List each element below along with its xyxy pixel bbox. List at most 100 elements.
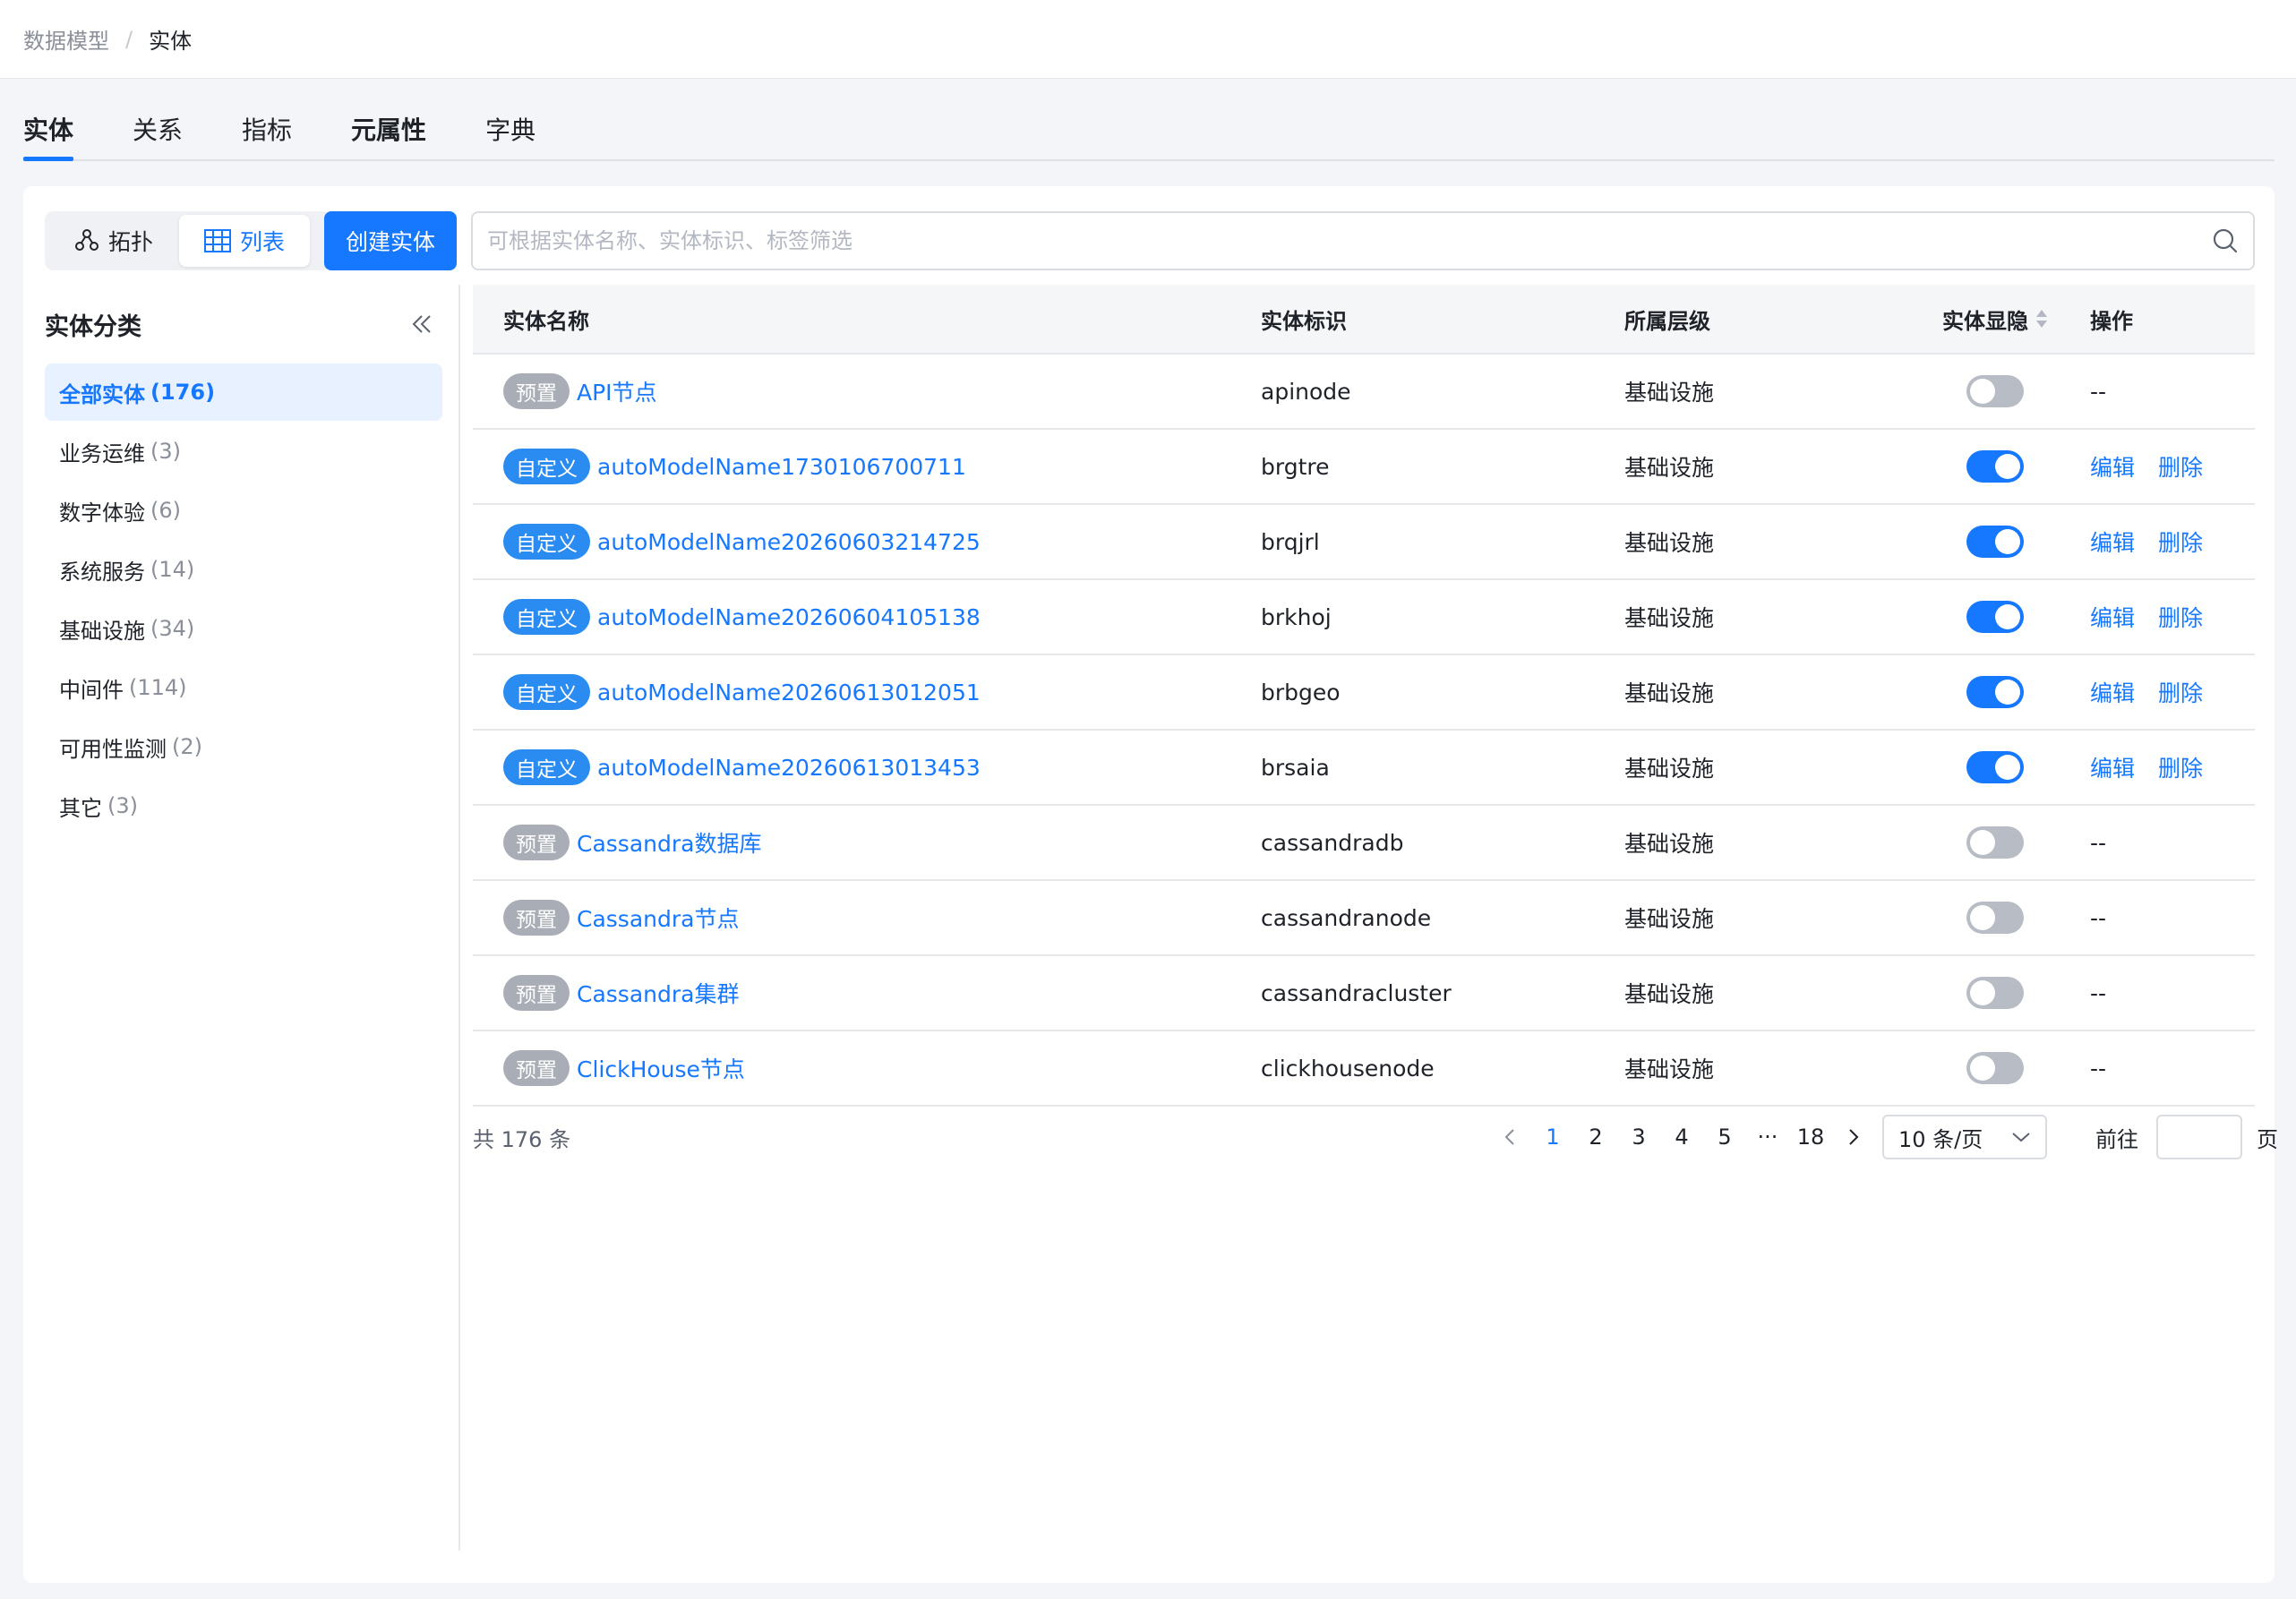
entity-name-link[interactable]: Cassandra集群 — [577, 977, 739, 1009]
sidebar-item-count: (14) — [150, 557, 195, 582]
topology-view-button[interactable]: 拓扑 — [48, 215, 179, 267]
sidebar-item-system-service[interactable]: 系统服务 (14) — [45, 541, 442, 598]
table-row: 预置 Cassandra节点 cassandranode 基础设施 -- — [473, 881, 2255, 956]
sidebar-item-count: (3) — [107, 793, 138, 818]
sidebar-item-middleware[interactable]: 中间件 (114) — [45, 659, 442, 716]
entity-id: apinode — [1261, 378, 1351, 405]
prev-page-icon[interactable] — [1488, 1127, 1531, 1147]
create-entity-button[interactable]: 创建实体 — [324, 211, 457, 270]
tab-entity[interactable]: 实体 — [23, 107, 74, 161]
delete-button[interactable]: 删除 — [2158, 526, 2203, 558]
header-visibility[interactable]: 实体显隐 — [1904, 304, 2086, 335]
entity-table: 实体名称 实体标识 所属层级 实体显隐 操作 预置 API节点 apinode … — [473, 285, 2255, 1107]
collapse-icon[interactable] — [410, 313, 433, 335]
sidebar-item-business-ops[interactable]: 业务运维 (3) — [45, 423, 442, 480]
entity-name-link[interactable]: Cassandra数据库 — [577, 826, 761, 859]
sidebar-item-label: 可用性监测 — [59, 736, 167, 762]
edit-button[interactable]: 编辑 — [2090, 676, 2135, 708]
page-size-select[interactable]: 10 条/页 — [1882, 1115, 2047, 1159]
search-icon[interactable] — [2212, 227, 2239, 254]
header-operation: 操作 — [2090, 308, 2133, 334]
sidebar-item-label: 数字体验 — [59, 500, 145, 526]
sidebar-item-all[interactable]: 全部实体 (176) — [45, 363, 442, 421]
page-3[interactable]: 3 — [1617, 1124, 1660, 1150]
operation-cell: 编辑 删除 — [2086, 676, 2255, 708]
page-4[interactable]: 4 — [1660, 1124, 1703, 1150]
goto-page-input[interactable] — [2156, 1115, 2242, 1159]
page-last[interactable]: 18 — [1789, 1124, 1832, 1150]
visibility-toggle[interactable] — [1966, 751, 2024, 783]
page-1[interactable]: 1 — [1531, 1124, 1574, 1150]
entity-name-link[interactable]: autoModelName20260613013453 — [597, 755, 981, 781]
pagination: 共 176 条 1 2 3 4 5 ··· 18 10 条/页 前往 页 — [473, 1110, 2278, 1164]
page-list: 1 2 3 4 5 ··· 18 — [1488, 1124, 1875, 1150]
tab-dictionary[interactable]: 字典 — [485, 107, 535, 159]
page-ellipsis[interactable]: ··· — [1746, 1124, 1789, 1150]
table-row: 自定义 autoModelName20260613012051 brbgeo 基… — [473, 655, 2255, 731]
tab-meta-attribute[interactable]: 元属性 — [351, 107, 426, 159]
sidebar-item-other[interactable]: 其它 (3) — [45, 777, 442, 834]
operation-cell: -- — [2086, 1056, 2255, 1082]
edit-button[interactable]: 编辑 — [2090, 601, 2135, 633]
no-operation: -- — [2090, 979, 2107, 1006]
visibility-cell — [1904, 601, 2086, 633]
visibility-toggle[interactable] — [1966, 375, 2024, 407]
tab-relation[interactable]: 关系 — [133, 107, 183, 159]
delete-button[interactable]: 删除 — [2158, 450, 2203, 483]
entity-name-link[interactable]: autoModelName20260613012051 — [597, 680, 981, 705]
table-row: 预置 ClickHouse节点 clickhousenode 基础设施 -- — [473, 1031, 2255, 1107]
header-name: 实体名称 — [503, 308, 589, 334]
visibility-cell — [1904, 375, 2086, 407]
breadcrumb-parent[interactable]: 数据模型 — [23, 23, 109, 55]
sidebar-item-availability[interactable]: 可用性监测 (2) — [45, 718, 442, 775]
sidebar-item-count: (3) — [150, 439, 181, 464]
header-level: 所属层级 — [1624, 308, 1710, 334]
entity-level: 基础设施 — [1624, 1056, 1715, 1082]
next-page-icon[interactable] — [1832, 1127, 1875, 1147]
visibility-toggle[interactable] — [1966, 1052, 2024, 1084]
visibility-toggle[interactable] — [1966, 676, 2024, 708]
sort-icon[interactable] — [2035, 308, 2048, 329]
no-operation: -- — [2090, 904, 2107, 931]
visibility-toggle[interactable] — [1966, 601, 2024, 633]
delete-button[interactable]: 删除 — [2158, 751, 2203, 783]
delete-button[interactable]: 删除 — [2158, 676, 2203, 708]
entity-id: cassandracluster — [1261, 979, 1452, 1006]
entity-type-tag: 自定义 — [503, 749, 590, 785]
entity-name-link[interactable]: API节点 — [577, 375, 657, 407]
edit-button[interactable]: 编辑 — [2090, 526, 2135, 558]
edit-button[interactable]: 编辑 — [2090, 751, 2135, 783]
entity-name-link[interactable]: autoModelName20260603214725 — [597, 529, 981, 555]
entity-level: 基础设施 — [1624, 380, 1715, 406]
entity-level: 基础设施 — [1624, 981, 1715, 1007]
visibility-cell — [1904, 1052, 2086, 1084]
visibility-toggle[interactable] — [1966, 450, 2024, 483]
entity-id: cassandradb — [1261, 829, 1404, 856]
breadcrumb-current: 实体 — [149, 29, 193, 54]
page-size-value: 10 条/页 — [1898, 1126, 1983, 1152]
entity-name-cell: 预置 Cassandra数据库 — [473, 825, 1261, 860]
entity-name-link[interactable]: autoModelName20260604105138 — [597, 604, 981, 630]
page-5[interactable]: 5 — [1703, 1124, 1746, 1150]
visibility-toggle[interactable] — [1966, 526, 2024, 558]
no-operation: -- — [2090, 378, 2107, 405]
entity-id: brgtre — [1261, 453, 1330, 480]
list-view-button[interactable]: 列表 — [179, 215, 310, 267]
page-2[interactable]: 2 — [1574, 1124, 1617, 1150]
entity-level: 基础设施 — [1624, 530, 1715, 556]
search-input[interactable] — [487, 228, 2212, 253]
entity-name-link[interactable]: ClickHouse节点 — [577, 1052, 745, 1084]
tab-metric[interactable]: 指标 — [242, 107, 292, 159]
entity-type-tag: 自定义 — [503, 599, 590, 635]
sidebar-item-infrastructure[interactable]: 基础设施 (34) — [45, 600, 442, 657]
visibility-toggle[interactable] — [1966, 977, 2024, 1009]
edit-button[interactable]: 编辑 — [2090, 450, 2135, 483]
entity-type-tag: 预置 — [503, 975, 570, 1011]
entity-name-link[interactable]: autoModelName1730106700711 — [597, 454, 966, 480]
visibility-toggle[interactable] — [1966, 826, 2024, 859]
entity-name-cell: 预置 Cassandra集群 — [473, 975, 1261, 1011]
entity-name-link[interactable]: Cassandra节点 — [577, 902, 739, 934]
sidebar-item-digital-experience[interactable]: 数字体验 (6) — [45, 482, 442, 539]
delete-button[interactable]: 删除 — [2158, 601, 2203, 633]
visibility-toggle[interactable] — [1966, 902, 2024, 934]
